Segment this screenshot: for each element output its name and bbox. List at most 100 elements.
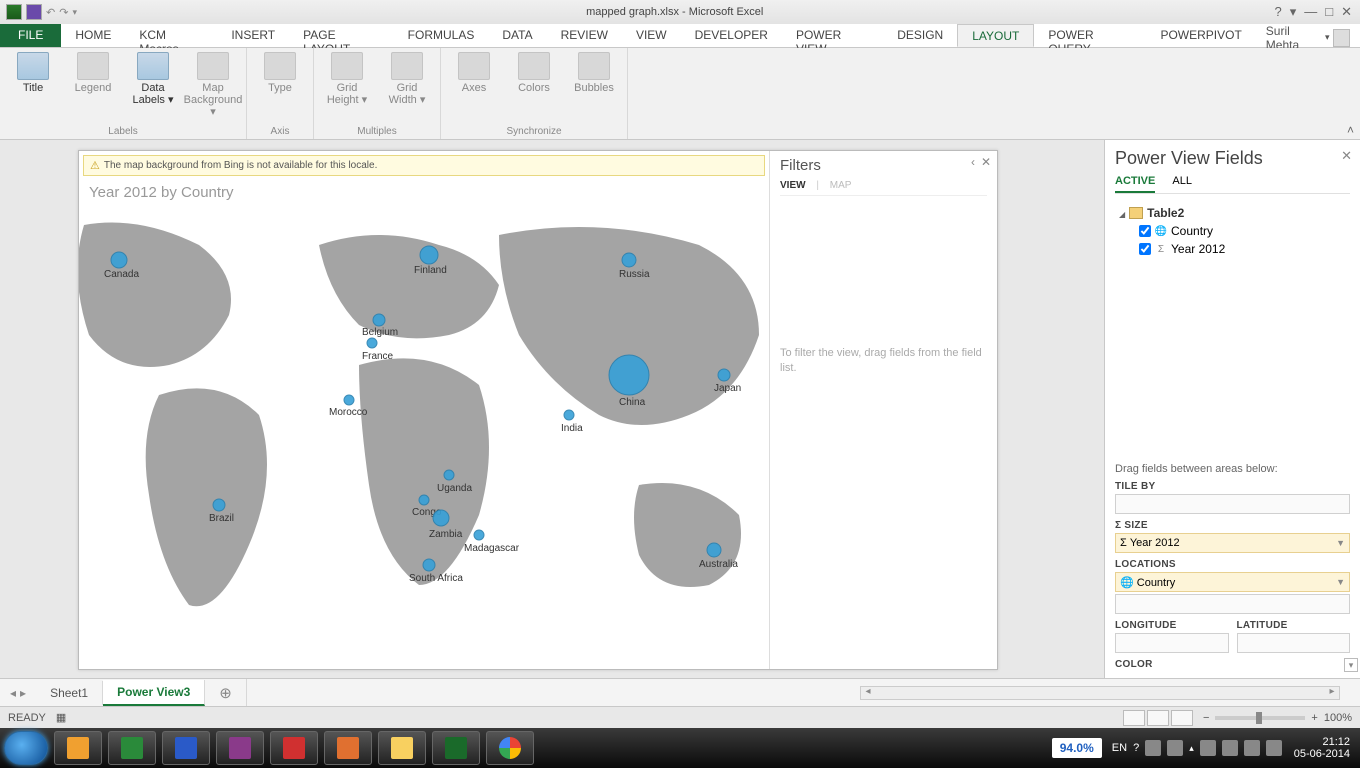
axes-button[interactable]: Axes (449, 52, 499, 94)
view-break-icon[interactable] (1171, 710, 1193, 726)
field-country[interactable]: 🌐 Country (1115, 222, 1350, 240)
locations-well[interactable]: 🌐 Country▼ (1115, 572, 1350, 592)
user-account[interactable]: Suril Mehta ▾ (1256, 24, 1360, 47)
field-year2012-check[interactable] (1139, 243, 1151, 255)
tab-insert[interactable]: INSERT (217, 24, 289, 47)
tray-icon[interactable] (1167, 740, 1183, 756)
redo-icon[interactable]: ↷ (59, 6, 68, 19)
zoom-out-icon[interactable]: − (1203, 712, 1209, 724)
latitude-well[interactable] (1237, 633, 1351, 653)
tray-volume-icon[interactable] (1222, 740, 1238, 756)
longitude-well[interactable] (1115, 633, 1229, 653)
grid-height-button[interactable]: Grid Height ▾ (322, 52, 372, 106)
field-tab-active[interactable]: ACTIVE (1115, 175, 1155, 193)
close-icon[interactable]: ✕ (1341, 4, 1352, 20)
taskbar-outlook[interactable] (54, 731, 102, 765)
group-multiples: Grid Height ▾ Grid Width ▾ Multiples (314, 48, 441, 139)
chevron-down-icon[interactable]: ▼ (1336, 538, 1345, 548)
tab-view[interactable]: VIEW (622, 24, 681, 47)
size-well[interactable]: Σ Year 2012▼ (1115, 533, 1350, 553)
tab-powerpivot[interactable]: POWERPIVOT (1146, 24, 1255, 47)
taskbar-excel[interactable] (108, 731, 156, 765)
field-tab-all[interactable]: ALL (1172, 175, 1192, 191)
tab-powerview[interactable]: POWER VIEW (782, 24, 883, 47)
tray-icon[interactable] (1145, 740, 1161, 756)
sheet-sheet1[interactable]: Sheet1 (36, 681, 103, 705)
taskbar-pdf[interactable] (270, 731, 318, 765)
taskbar-onenote[interactable] (216, 731, 264, 765)
data-labels-button[interactable]: Data Labels ▾ (128, 52, 178, 118)
tray-help-icon[interactable]: ? (1133, 742, 1139, 754)
tab-developer[interactable]: DEVELOPER (681, 24, 782, 47)
filters-tab-view[interactable]: VIEW (780, 180, 806, 191)
taskbar-word[interactable] (162, 731, 210, 765)
taskbar-chrome[interactable] (486, 731, 534, 765)
tray-weather-icon[interactable] (1266, 740, 1282, 756)
locations-well-empty[interactable] (1115, 594, 1350, 614)
save-icon[interactable] (26, 4, 42, 20)
macro-record-icon[interactable]: ▦ (56, 711, 66, 724)
collapse-ribbon-icon[interactable]: ˄ (1347, 123, 1354, 137)
filters-close-icon[interactable]: ✕ (981, 155, 991, 169)
qat-more-icon[interactable]: ▾ (72, 7, 77, 18)
legend-button[interactable]: Legend (68, 52, 118, 118)
table-node[interactable]: Table2 (1115, 204, 1350, 222)
taskbar-explorer[interactable] (378, 731, 426, 765)
zoom-in-icon[interactable]: + (1311, 712, 1317, 724)
tab-data[interactable]: DATA (488, 24, 546, 47)
undo-icon[interactable]: ↶ (46, 6, 55, 19)
zoom-level[interactable]: 100% (1324, 712, 1352, 724)
sheet-nav[interactable]: ◂▸ (0, 686, 36, 700)
minimize-icon[interactable]: — (1304, 4, 1317, 20)
grid-width-button[interactable]: Grid Width ▾ (382, 52, 432, 106)
tab-layout[interactable]: LAYOUT (957, 24, 1034, 47)
start-button[interactable] (4, 731, 48, 765)
help-icon[interactable]: ? (1274, 4, 1281, 20)
tab-home[interactable]: HOME (61, 24, 125, 47)
tab-powerquery[interactable]: POWER QUERY (1034, 24, 1146, 47)
field-country-check[interactable] (1139, 225, 1151, 237)
horizontal-scrollbar[interactable] (247, 686, 1360, 700)
chevron-down-icon[interactable]: ▼ (1336, 577, 1345, 587)
title-button[interactable]: Title (8, 52, 58, 118)
view-normal-icon[interactable] (1123, 710, 1145, 726)
zoom-slider[interactable] (1215, 716, 1305, 720)
map-background-button[interactable]: Map Background ▾ (188, 52, 238, 118)
tray-flag-icon[interactable] (1244, 740, 1260, 756)
map-chart[interactable]: Canada Finland Russia Belgium France Mor… (79, 205, 769, 669)
powerview-container[interactable]: The map background from Bing is not avai… (78, 150, 998, 670)
taskbar-excel2[interactable] (432, 731, 480, 765)
expand-icon[interactable] (1119, 206, 1125, 220)
type-button[interactable]: Type (255, 52, 305, 94)
tray-expand-icon[interactable]: ▴ (1189, 743, 1194, 754)
tab-design[interactable]: DESIGN (883, 24, 957, 47)
zoom-control[interactable]: − + 100% (1203, 712, 1352, 724)
tileby-well[interactable] (1115, 494, 1350, 514)
ribbon-options-icon[interactable]: ▾ (1290, 4, 1297, 20)
view-buttons (1123, 710, 1193, 726)
group-synchronize: Axes Colors Bubbles Synchronize (441, 48, 628, 139)
add-sheet-button[interactable]: ⊕ (205, 679, 247, 707)
tab-formulas[interactable]: FORMULAS (394, 24, 489, 47)
filters-tab-map[interactable]: MAP (830, 180, 852, 191)
quick-access-toolbar: ↶ ↷ ▾ (0, 4, 83, 20)
filters-collapse-icon[interactable]: ‹ (971, 155, 975, 169)
field-year2012[interactable]: Σ Year 2012 (1115, 240, 1350, 258)
tab-file[interactable]: FILE (0, 24, 61, 47)
tab-pagelayout[interactable]: PAGE LAYOUT (289, 24, 394, 47)
battery-badge[interactable]: 94.0% (1052, 738, 1102, 758)
field-list-close-icon[interactable]: ✕ (1341, 148, 1352, 164)
bubbles-button[interactable]: Bubbles (569, 52, 619, 94)
tab-kcm[interactable]: KCM Macros (125, 24, 217, 47)
tray-network-icon[interactable] (1200, 740, 1216, 756)
expand-areas-icon[interactable]: ▾ (1344, 658, 1358, 672)
taskbar-clock[interactable]: 21:12 05-06-2014 (1288, 736, 1356, 760)
taskbar-snip[interactable] (324, 731, 372, 765)
tray-lang[interactable]: EN (1112, 742, 1127, 754)
colors-button[interactable]: Colors (509, 52, 559, 94)
area-color: COLOR (1115, 659, 1350, 670)
sheet-powerview3[interactable]: Power View3 (103, 680, 205, 706)
tab-review[interactable]: REVIEW (547, 24, 622, 47)
maximize-icon[interactable]: □ (1325, 4, 1333, 20)
view-page-icon[interactable] (1147, 710, 1169, 726)
